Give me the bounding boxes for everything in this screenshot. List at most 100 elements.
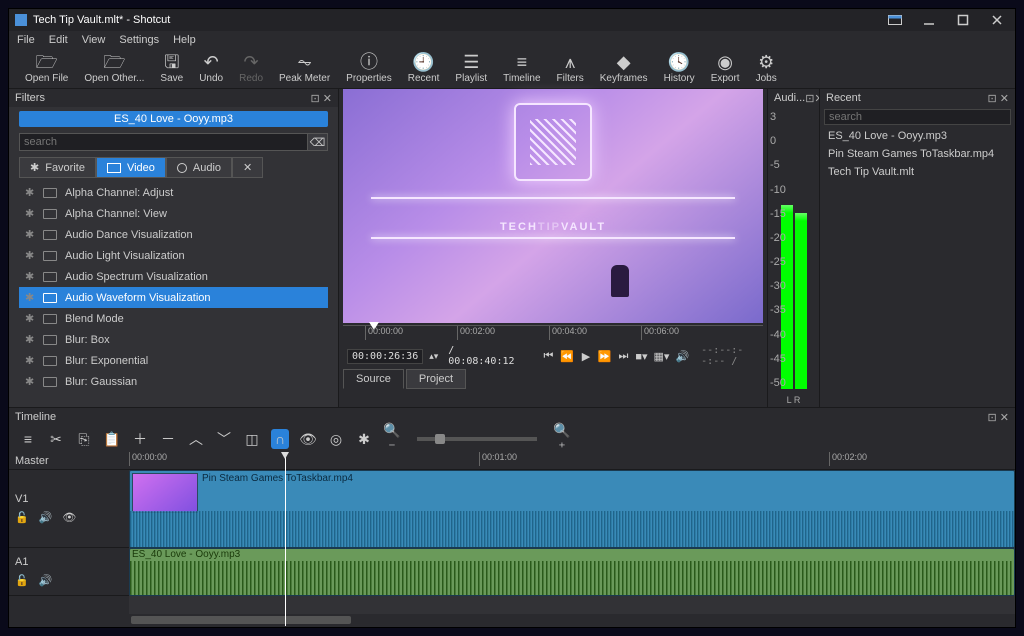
paste-icon[interactable]: 📋: [103, 431, 121, 448]
zoom-slider[interactable]: [417, 437, 537, 441]
toolbar-export[interactable]: ◉Export: [703, 51, 748, 86]
toolbar-timeline[interactable]: ≡Timeline: [495, 51, 548, 86]
clear-search-icon[interactable]: ⌫: [308, 133, 328, 151]
source-project-tabs: Source Project: [343, 369, 763, 389]
filter-item[interactable]: ✱Audio Spectrum Visualization: [19, 266, 328, 287]
overwrite-icon[interactable]: ﹀: [215, 429, 233, 449]
filter-list[interactable]: ✱Alpha Channel: Adjust✱Alpha Channel: Vi…: [19, 182, 328, 401]
menu-edit[interactable]: Edit: [49, 34, 68, 46]
toolbar-open-other-[interactable]: 🗁Open Other...: [76, 51, 152, 86]
brand-text: TECHTIPVAULT: [500, 201, 606, 238]
play-icon[interactable]: ▶: [580, 350, 592, 363]
track-v1-header[interactable]: V1 🔓🔊👁: [9, 470, 129, 548]
fast-forward-icon[interactable]: ⏩: [598, 350, 612, 363]
minimize-button[interactable]: [921, 13, 937, 27]
skip-start-icon[interactable]: ⏮: [543, 350, 555, 363]
toolbar-properties[interactable]: ⓘProperties: [338, 51, 400, 86]
filter-item[interactable]: ✱Audio Waveform Visualization: [19, 287, 328, 308]
split-icon[interactable]: ◫: [243, 431, 261, 448]
tl-menu-icon[interactable]: ≡: [19, 431, 37, 447]
timecode-current[interactable]: 00:00:26:36: [347, 349, 423, 364]
toolbar-history[interactable]: 🕓History: [656, 51, 703, 86]
recent-item[interactable]: Tech Tip Vault.mlt: [820, 163, 1015, 181]
ripple-icon[interactable]: ◎: [327, 431, 345, 448]
zoom-out-icon[interactable]: 🔍⁻: [383, 422, 401, 456]
toolbar-open-file[interactable]: 🗁Open File: [17, 51, 76, 86]
timeline-scrollbar[interactable]: [129, 614, 1015, 626]
recent-item[interactable]: Pin Steam Games ToTaskbar.mp4: [820, 145, 1015, 163]
clip-audio[interactable]: ES_40 Love - Ooyy.mp3: [129, 548, 1015, 596]
toolbar-peak-meter[interactable]: ⏦Peak Meter: [271, 51, 338, 86]
lift-icon[interactable]: ︿: [187, 429, 205, 449]
menu-file[interactable]: File: [17, 34, 35, 46]
tab-favorite[interactable]: Favorite: [19, 157, 96, 178]
filters-file[interactable]: ES_40 Love - Ooyy.mp3: [19, 111, 328, 127]
timeline-title: Timeline⊡ ✕: [9, 408, 1015, 426]
meter-lr-label: L R: [768, 393, 819, 407]
tab-source[interactable]: Source: [343, 369, 404, 389]
recent-undock-icon[interactable]: ⊡ ✕: [988, 92, 1010, 105]
filter-item[interactable]: ✱Alpha Channel: Adjust: [19, 182, 328, 203]
snap-icon[interactable]: ∩: [271, 429, 289, 449]
tab-close[interactable]: ✕: [232, 157, 263, 178]
toolbar-undo[interactable]: ↶Undo: [191, 51, 231, 86]
track-a1-header[interactable]: A1 🔓🔊: [9, 548, 129, 596]
toolbar-playlist[interactable]: ☰Playlist: [447, 51, 495, 86]
tab-audio[interactable]: Audio: [166, 157, 232, 178]
toolbar-recent[interactable]: 🕘Recent: [400, 51, 448, 86]
track-master[interactable]: Master: [9, 452, 129, 470]
tab-project[interactable]: Project: [406, 369, 466, 389]
window-buttons: [887, 13, 1009, 27]
timeline-ruler[interactable]: 00:00:00 00:01:00 00:02:00: [129, 452, 1015, 470]
tab-video[interactable]: Video: [96, 157, 166, 178]
video-preview[interactable]: TECHTIPVAULT: [343, 89, 763, 323]
mute-icon[interactable]: 🔊: [39, 511, 53, 524]
menu-settings[interactable]: Settings: [119, 34, 159, 46]
cut-icon[interactable]: ✂: [47, 431, 65, 448]
filter-item[interactable]: ✱Alpha Channel: View: [19, 203, 328, 224]
lock-icon[interactable]: 🔓: [15, 574, 29, 587]
clip-video[interactable]: Pin Steam Games ToTaskbar.mp4: [129, 470, 1015, 548]
volume-icon[interactable]: 🔊: [675, 350, 689, 363]
hide-icon[interactable]: 👁: [62, 511, 76, 524]
menu-help[interactable]: Help: [173, 34, 196, 46]
toolbar-keyframes[interactable]: ◆Keyframes: [592, 51, 656, 86]
maximize-button[interactable]: [955, 13, 971, 27]
undock-icon[interactable]: ⊡ ✕: [311, 92, 333, 105]
meter-scale: 30-5-10-15-20-25-30-35-40-45-50: [770, 111, 786, 389]
recent-item[interactable]: ES_40 Love - Ooyy.mp3: [820, 127, 1015, 145]
aux-button[interactable]: [887, 13, 903, 27]
filter-item[interactable]: ✱Audio Dance Visualization: [19, 224, 328, 245]
filter-item[interactable]: ✱Blur: Gaussian: [19, 371, 328, 392]
filter-item[interactable]: ✱Blend Mode: [19, 308, 328, 329]
lock-icon[interactable]: 🔓: [15, 511, 29, 524]
filter-item[interactable]: ✱Audio Light Visualization: [19, 245, 328, 266]
rewind-icon[interactable]: ⏪: [560, 350, 574, 363]
close-button[interactable]: [989, 13, 1005, 27]
toolbar-redo[interactable]: ↷Redo: [231, 51, 271, 86]
timeline-playhead[interactable]: [285, 452, 286, 626]
remove-icon[interactable]: －: [159, 429, 177, 449]
toolbar-save[interactable]: 🖫Save: [152, 51, 191, 86]
filter-item[interactable]: ✱Blur: Exponential: [19, 350, 328, 371]
menu-view[interactable]: View: [82, 34, 106, 46]
recent-search-input[interactable]: [824, 109, 1011, 125]
mute-icon[interactable]: 🔊: [39, 574, 53, 587]
scrub-icon[interactable]: 👁: [299, 431, 317, 448]
preview-ruler[interactable]: 00:00:00 00:02:00 00:04:00 00:06:00: [343, 325, 763, 343]
toolbar-filters[interactable]: ⩚Filters: [549, 51, 592, 86]
filter-item[interactable]: ✱Blur: Box: [19, 329, 328, 350]
stop-icon[interactable]: ■▾: [635, 350, 647, 363]
filters-search-input[interactable]: [19, 133, 308, 151]
skip-end-icon[interactable]: ⏭: [618, 350, 630, 363]
zoom-in-icon[interactable]: 🔍⁺: [553, 422, 571, 456]
grid-icon[interactable]: ▦▾: [654, 350, 670, 363]
filters-panel: Filters⊡ ✕ ES_40 Love - Ooyy.mp3 ⌫ Favor…: [9, 89, 339, 407]
timeline-tracks[interactable]: 00:00:00 00:01:00 00:02:00 Pin Steam Gam…: [129, 452, 1015, 626]
copy-icon[interactable]: ⎘: [75, 431, 93, 448]
tl-undock-icon[interactable]: ⊡ ✕: [988, 411, 1010, 424]
ripple-all-icon[interactable]: ✱: [355, 431, 373, 448]
add-icon[interactable]: ＋: [131, 429, 149, 449]
toolbar-jobs[interactable]: ⚙Jobs: [748, 51, 785, 86]
transport-bar: 00:00:26:36 ▴▾ / 00:08:40:12 ⏮ ⏪ ▶ ⏩ ⏭ ■…: [343, 345, 763, 367]
